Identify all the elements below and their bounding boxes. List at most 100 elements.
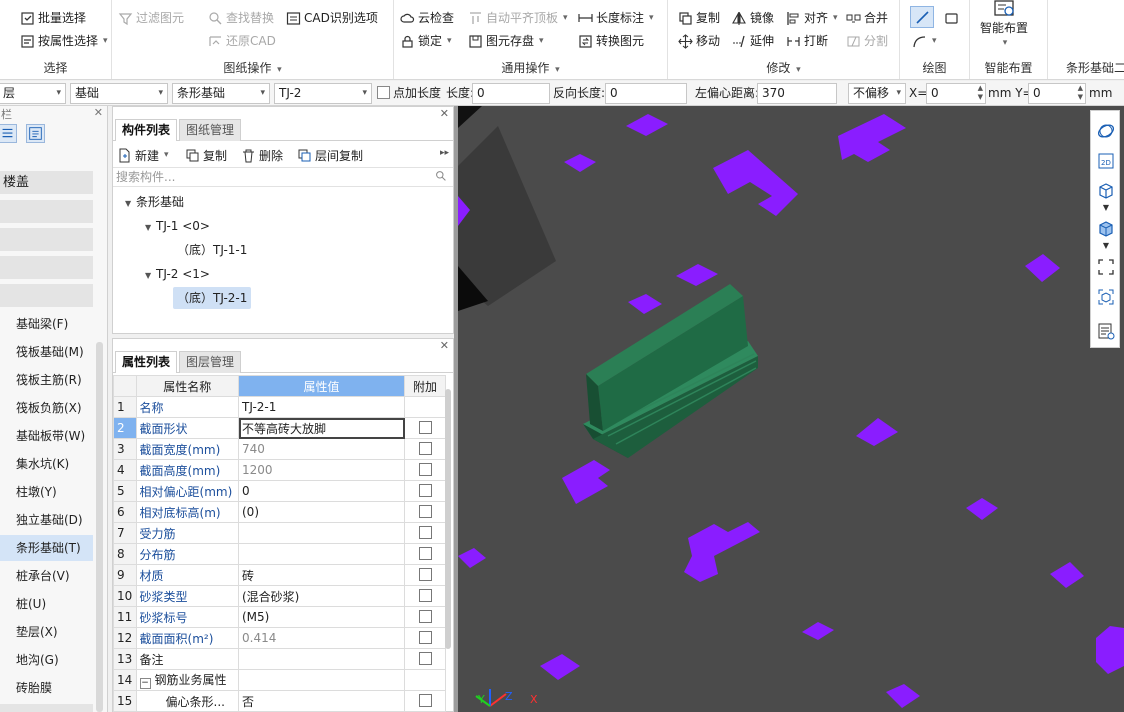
copy-button[interactable]: 复制	[678, 8, 720, 28]
offset-mode-select[interactable]: 不偏移 ▾	[848, 83, 906, 104]
merge-button[interactable]: 合并	[846, 8, 888, 28]
auto-align-top-button[interactable]: 自动平齐顶板 ▾	[468, 8, 568, 28]
nav-item-cushion[interactable]: 垫层(X)	[0, 619, 93, 645]
property-value[interactable]: 砖	[238, 564, 405, 586]
property-extra[interactable]	[404, 606, 446, 628]
nav-item-sump-pit[interactable]: 集水坑(K)	[0, 451, 93, 477]
nav-category[interactable]	[0, 704, 93, 712]
table-row[interactable]: 6 相对底标高(m) (0)	[113, 501, 446, 523]
break-button[interactable]: 打断	[786, 31, 828, 51]
nav-category-floor[interactable]: 楼盖	[0, 171, 93, 195]
nav-item-pile-cap[interactable]: 桩承台(V)	[0, 563, 93, 589]
extra-checkbox[interactable]	[418, 694, 432, 707]
property-extra[interactable]	[404, 669, 446, 691]
property-value[interactable]: 740	[238, 438, 405, 460]
column-marker[interactable]	[1025, 254, 1060, 282]
ribbon-group-title[interactable]: 修改 ▾	[668, 59, 899, 76]
collapse-icon[interactable]: ▼	[145, 265, 156, 287]
table-row[interactable]: 4 截面高度(mm) 1200	[113, 459, 446, 481]
detail-view-button[interactable]	[26, 124, 45, 143]
nav-item-brick-mold[interactable]: 砖胎膜	[0, 675, 93, 701]
property-extra[interactable]	[404, 438, 446, 460]
category-select[interactable]: 基础 ▾	[70, 83, 168, 104]
extra-checkbox[interactable]	[418, 547, 432, 560]
new-component-button[interactable]: 新建 ▾	[117, 146, 169, 164]
property-extra[interactable]	[404, 564, 446, 586]
nav-item-column-pier[interactable]: 柱墩(Y)	[0, 479, 93, 505]
property-extra[interactable]	[404, 459, 446, 481]
tree-node-tj1[interactable]: ▼ TJ-1 <0>	[145, 215, 210, 237]
column-marker[interactable]	[458, 548, 486, 568]
align-button[interactable]: 对齐 ▾	[786, 8, 838, 28]
property-value[interactable]	[238, 669, 405, 691]
strip-footing-3d[interactable]	[583, 284, 758, 458]
view-settings-button[interactable]	[1096, 321, 1116, 341]
convert-elements-button[interactable]: 转换图元	[578, 31, 644, 51]
component-select[interactable]: TJ-2 ▾	[274, 83, 372, 104]
property-value[interactable]	[238, 522, 405, 544]
find-replace-button[interactable]: 查找替换	[208, 8, 274, 28]
type-select[interactable]: 条形基础 ▾	[172, 83, 270, 104]
column-marker[interactable]	[966, 498, 998, 520]
length-input[interactable]: 0	[472, 83, 550, 104]
extra-checkbox[interactable]	[418, 484, 432, 497]
extra-checkbox[interactable]	[418, 652, 432, 665]
tab-component-list[interactable]: 构件列表	[115, 119, 178, 141]
delete-component-button[interactable]: 删除	[241, 146, 283, 164]
column-marker[interactable]	[1050, 562, 1084, 588]
table-row[interactable]: 3 截面宽度(mm) 740	[113, 438, 446, 460]
smart-layout-button[interactable]: 智能布置 ▾	[980, 0, 1028, 52]
render-dropdown[interactable]: ▼	[1096, 241, 1116, 251]
property-extra[interactable]	[404, 522, 446, 544]
floor-copy-button[interactable]: 层间复制	[297, 146, 363, 164]
column-marker[interactable]	[856, 418, 898, 446]
column-marker[interactable]	[628, 294, 662, 314]
table-row[interactable]: 14− 钢筋业务属性	[113, 669, 446, 691]
property-extra[interactable]	[404, 585, 446, 607]
tree-node-tj2[interactable]: ▼ TJ-2 <1>	[145, 263, 210, 285]
list-view-button[interactable]	[0, 124, 17, 143]
tree-leaf-tj2-1[interactable]: （底）TJ-2-1	[173, 287, 252, 309]
extra-checkbox[interactable]	[418, 526, 432, 539]
column-marker[interactable]	[676, 264, 718, 286]
x-input[interactable]: 0 ▲ ▼	[926, 83, 986, 104]
tab-layer-management[interactable]: 图层管理	[179, 351, 242, 373]
component-search-input[interactable]: 搜索构件...	[113, 167, 453, 187]
copy-component-button[interactable]: 复制	[185, 146, 227, 164]
table-row[interactable]: 9 材质 砖	[113, 564, 446, 586]
table-row[interactable]: 1 名称 TJ-2-1	[113, 396, 446, 418]
property-value[interactable]	[238, 543, 405, 565]
nav-scrollbar[interactable]	[96, 342, 103, 712]
tree-node-root[interactable]: ▼ 条形基础	[125, 191, 184, 213]
property-extra[interactable]	[404, 417, 446, 439]
attribute-select-button[interactable]: 按属性选择 ▾	[20, 31, 108, 51]
3d-viewport[interactable]: Y Z X 2D ▼ ▼	[458, 106, 1124, 712]
tab-property-list[interactable]: 属性列表	[115, 351, 178, 373]
nav-item-trench[interactable]: 地沟(G)	[0, 647, 93, 673]
view-3d-button[interactable]	[1096, 181, 1116, 201]
table-row[interactable]: 5 相对偏心距(mm) 0	[113, 480, 446, 502]
y-input[interactable]: 0 ▲ ▼	[1028, 83, 1086, 104]
table-row[interactable]: 12 截面面积(m²) 0.414	[113, 627, 446, 649]
property-value[interactable]: 否	[238, 690, 405, 712]
nav-category[interactable]	[0, 284, 93, 308]
property-value[interactable]: 0.414	[238, 627, 405, 649]
nav-item-strip-footing[interactable]: 条形基础(T)	[0, 535, 93, 561]
column-marker[interactable]	[540, 654, 580, 680]
property-value[interactable]: 不等高砖大放脚	[238, 417, 405, 439]
nav-category[interactable]	[0, 228, 93, 252]
column-marker[interactable]	[886, 684, 920, 708]
column-marker[interactable]	[564, 154, 596, 172]
mirror-button[interactable]: 镜像	[732, 8, 774, 28]
extra-checkbox[interactable]	[418, 631, 432, 644]
restore-cad-button[interactable]: 还原CAD	[208, 31, 276, 51]
batch-select-button[interactable]: 批量选择	[20, 8, 86, 28]
property-extra[interactable]	[404, 627, 446, 649]
orbit-button[interactable]	[1096, 121, 1116, 141]
property-extra[interactable]	[404, 690, 446, 712]
extra-checkbox[interactable]	[418, 442, 432, 455]
extra-checkbox[interactable]	[418, 589, 432, 602]
property-extra[interactable]	[404, 396, 446, 418]
split-button[interactable]: 分割	[846, 31, 888, 51]
spinner-icon[interactable]: ▲ ▼	[1078, 84, 1083, 102]
